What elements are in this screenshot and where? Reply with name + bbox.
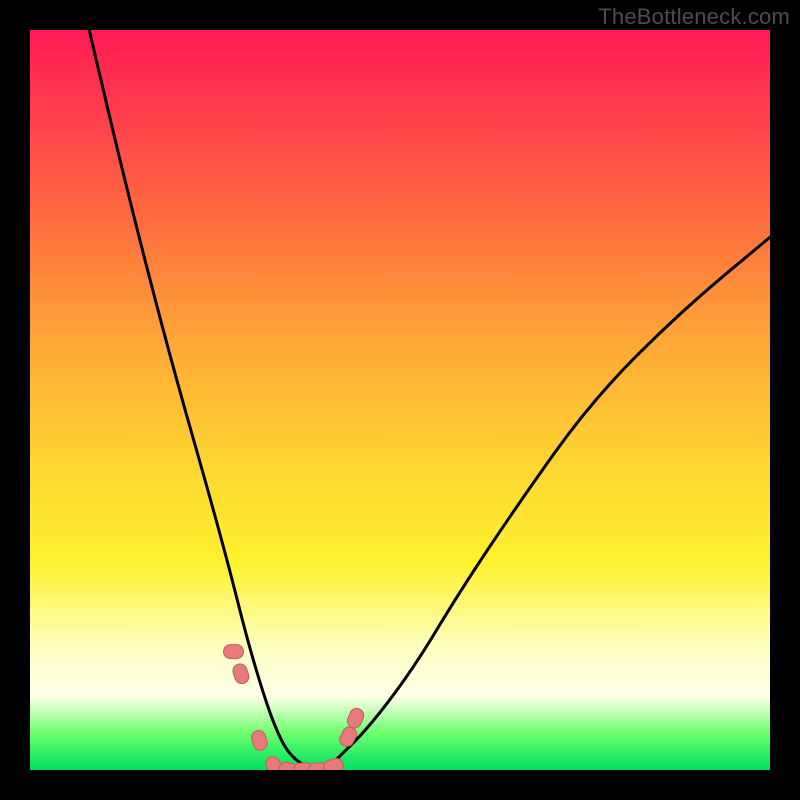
marker-group	[224, 645, 366, 770]
attribution-text: TheBottleneck.com	[598, 4, 790, 30]
marker-bead	[345, 706, 365, 730]
chart-frame: TheBottleneck.com	[0, 0, 800, 800]
marker-bead	[231, 662, 251, 685]
marker-bead	[309, 763, 329, 770]
marker-bead	[322, 757, 345, 770]
marker-bead	[278, 761, 301, 770]
marker-bead	[250, 729, 269, 752]
marker-bead	[224, 645, 244, 659]
curve-layer	[30, 30, 770, 770]
plot-area	[30, 30, 770, 770]
marker-bead	[337, 725, 358, 749]
marker-bead	[294, 763, 314, 770]
marker-bead	[263, 754, 285, 770]
bottleneck-curve	[89, 30, 770, 770]
